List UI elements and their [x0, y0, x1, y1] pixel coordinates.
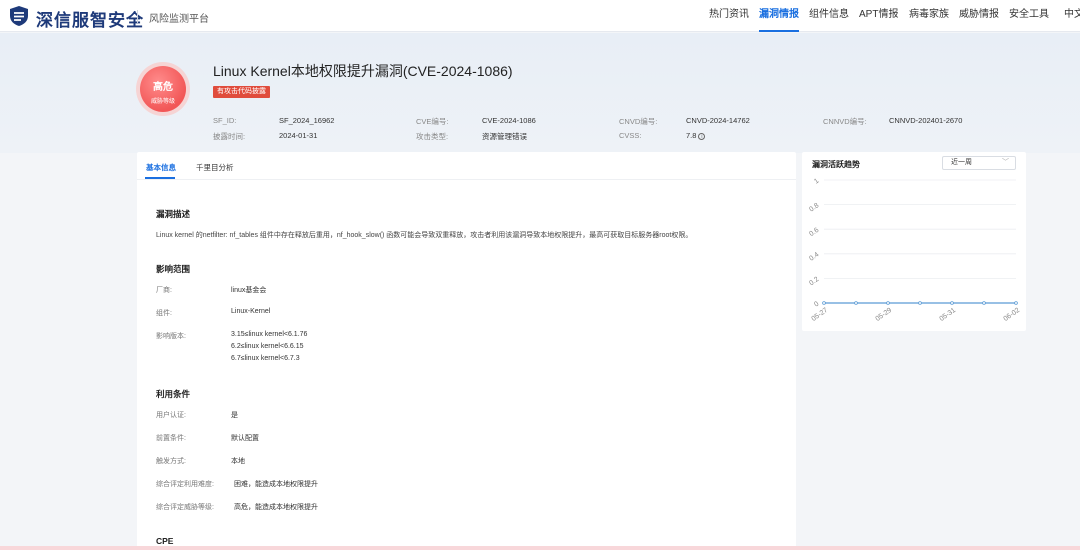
cnnvd-value: CNNVD-202401-2670 — [889, 116, 963, 125]
attack-type-label: 攻击类型: — [416, 132, 449, 141]
data-point — [1014, 301, 1018, 305]
disclosed-label: 披露时间: — [213, 132, 246, 141]
trigger-label: 触发方式: — [156, 458, 186, 465]
vendor-value: linux基金会 — [231, 287, 267, 294]
section-title-description: 漏洞描述 — [156, 209, 191, 219]
trend-chart: 0 0.2 0.4 0.6 0.8 1 05-27 05-29 05-31 06-02 — [808, 177, 1021, 323]
precondition-value: 默认配置 — [231, 435, 259, 442]
tab-basic-info[interactable]: 基本信息 — [146, 162, 176, 173]
data-point — [886, 301, 890, 305]
brand-name[interactable]: 深信服智安全 — [36, 6, 144, 31]
exploit-tag: 有攻击代码披露 — [213, 86, 270, 98]
disclosed-value: 2024-01-31 — [279, 131, 318, 140]
vendor-label: 厂商: — [156, 287, 172, 294]
difficulty-label: 综合评定利用难度: — [156, 481, 214, 488]
data-point — [854, 301, 858, 305]
section-title-conditions: 利用条件 — [156, 389, 191, 399]
range-select-value: 近一周 — [951, 159, 972, 166]
threat-level-value: 高危，能造成本地权限提升 — [234, 504, 318, 511]
x-tick-label: 05-29 — [874, 307, 893, 323]
y-tick-label: 0.8 — [808, 202, 820, 213]
component-label: 组件: — [156, 310, 172, 317]
data-point — [950, 301, 954, 305]
y-tick-label: 0.4 — [808, 251, 820, 262]
trend-card: 漏洞活跃趋势 近一周 ﹀ 0 0.2 0.4 0.6 0.8 1 05-27 05-29 05-… — [802, 152, 1026, 331]
precondition-label: 前置条件: — [156, 435, 186, 442]
cve-label: CVE编号: — [416, 117, 449, 126]
cnnvd-label: CNNVD编号: — [823, 117, 867, 126]
cvss-value: 7.8 — [686, 131, 697, 140]
data-point — [918, 301, 922, 305]
attack-type-value: 资源管理错误 — [482, 132, 527, 141]
platform-name: 风险监测平台 — [149, 14, 209, 25]
difficulty-value: 困难，能造成本地权限提升 — [234, 481, 318, 488]
severity-level: 高危 — [153, 82, 173, 93]
vuln-description: Linux kernel 的netfilter: nf_tables 组件中存在… — [156, 232, 693, 239]
data-point — [982, 301, 986, 305]
threat-level-label: 综合评定威胁等级: — [156, 504, 214, 511]
versions-label: 影响版本: — [156, 333, 186, 340]
x-tick-label: 05-27 — [810, 307, 829, 323]
severity-badge: 高危 威胁等级 — [140, 66, 186, 112]
sf-id-label: SF_ID: — [213, 116, 237, 125]
tab-divider — [137, 179, 796, 180]
chevron-down-icon: ﹀ — [1002, 159, 1009, 166]
version-range: 6.2≤linux kernel<6.6.15 — [231, 343, 304, 350]
cnvd-value: CNVD-2024-14762 — [686, 116, 750, 125]
nav-apt-intel[interactable]: APT情报 — [859, 0, 898, 32]
y-tick-label: 0.6 — [808, 227, 820, 238]
range-select[interactable]: 近一周 ﹀ — [942, 156, 1016, 170]
bottom-strip — [0, 546, 1080, 550]
nav-hot-news[interactable]: 热门资讯 — [709, 0, 749, 32]
y-tick-label: 0 — [813, 300, 820, 308]
trigger-value: 本地 — [231, 458, 245, 465]
tab-analysis[interactable]: 千里目分析 — [196, 162, 234, 173]
auth-label: 用户认证: — [156, 412, 186, 419]
info-icon[interactable]: i — [698, 133, 706, 140]
cvss-label: CVSS: — [619, 131, 642, 140]
trend-title: 漏洞活跃趋势 — [812, 160, 860, 169]
brand-divider — [137, 10, 138, 23]
auth-value: 是 — [231, 412, 238, 419]
nav-virus-family[interactable]: 病毒家族 — [909, 0, 949, 32]
cnvd-label: CNVD编号: — [619, 117, 658, 126]
x-tick-label: 06-02 — [1002, 307, 1021, 323]
severity-caption: 威胁等级 — [150, 99, 175, 105]
nav-threat-intel[interactable]: 威胁情报 — [959, 0, 999, 32]
cve-value: CVE-2024-1086 — [482, 116, 536, 125]
y-tick-label: 0.2 — [808, 276, 820, 287]
section-title-scope: 影响范围 — [156, 264, 191, 274]
cvss-score: 7.8 i — [686, 131, 706, 140]
nav-vuln-intel[interactable]: 漏洞情报 — [759, 0, 799, 32]
y-tick-label: 1 — [813, 177, 820, 185]
top-bar: 深信服智安全 风险监测平台 热门资讯 漏洞情报 组件信息 APT情报 病毒家族 … — [0, 0, 1080, 32]
version-range: 6.7≤linux kernel<6.7.3 — [231, 355, 300, 362]
nav-component-info[interactable]: 组件信息 — [809, 0, 849, 32]
section-title-cpe: CPE — [156, 536, 174, 546]
data-point — [822, 301, 826, 305]
nav-security-tools[interactable]: 安全工具 — [1009, 0, 1049, 32]
x-tick-label: 05-31 — [938, 307, 957, 323]
language-switch[interactable]: 中文 — [1064, 0, 1080, 32]
page-title: Linux Kernel本地权限提升漏洞(CVE-2024-1086) — [213, 63, 513, 79]
component-value: Linux-Kernel — [231, 308, 271, 315]
version-range: 3.15≤linux kernel<6.1.76 — [231, 331, 308, 338]
sf-id-value: SF_2024_16962 — [279, 116, 335, 125]
detail-card: 基本信息 千里目分析 漏洞描述 Linux kernel 的netfilter:… — [137, 152, 796, 550]
shield-logo-icon — [10, 6, 28, 26]
